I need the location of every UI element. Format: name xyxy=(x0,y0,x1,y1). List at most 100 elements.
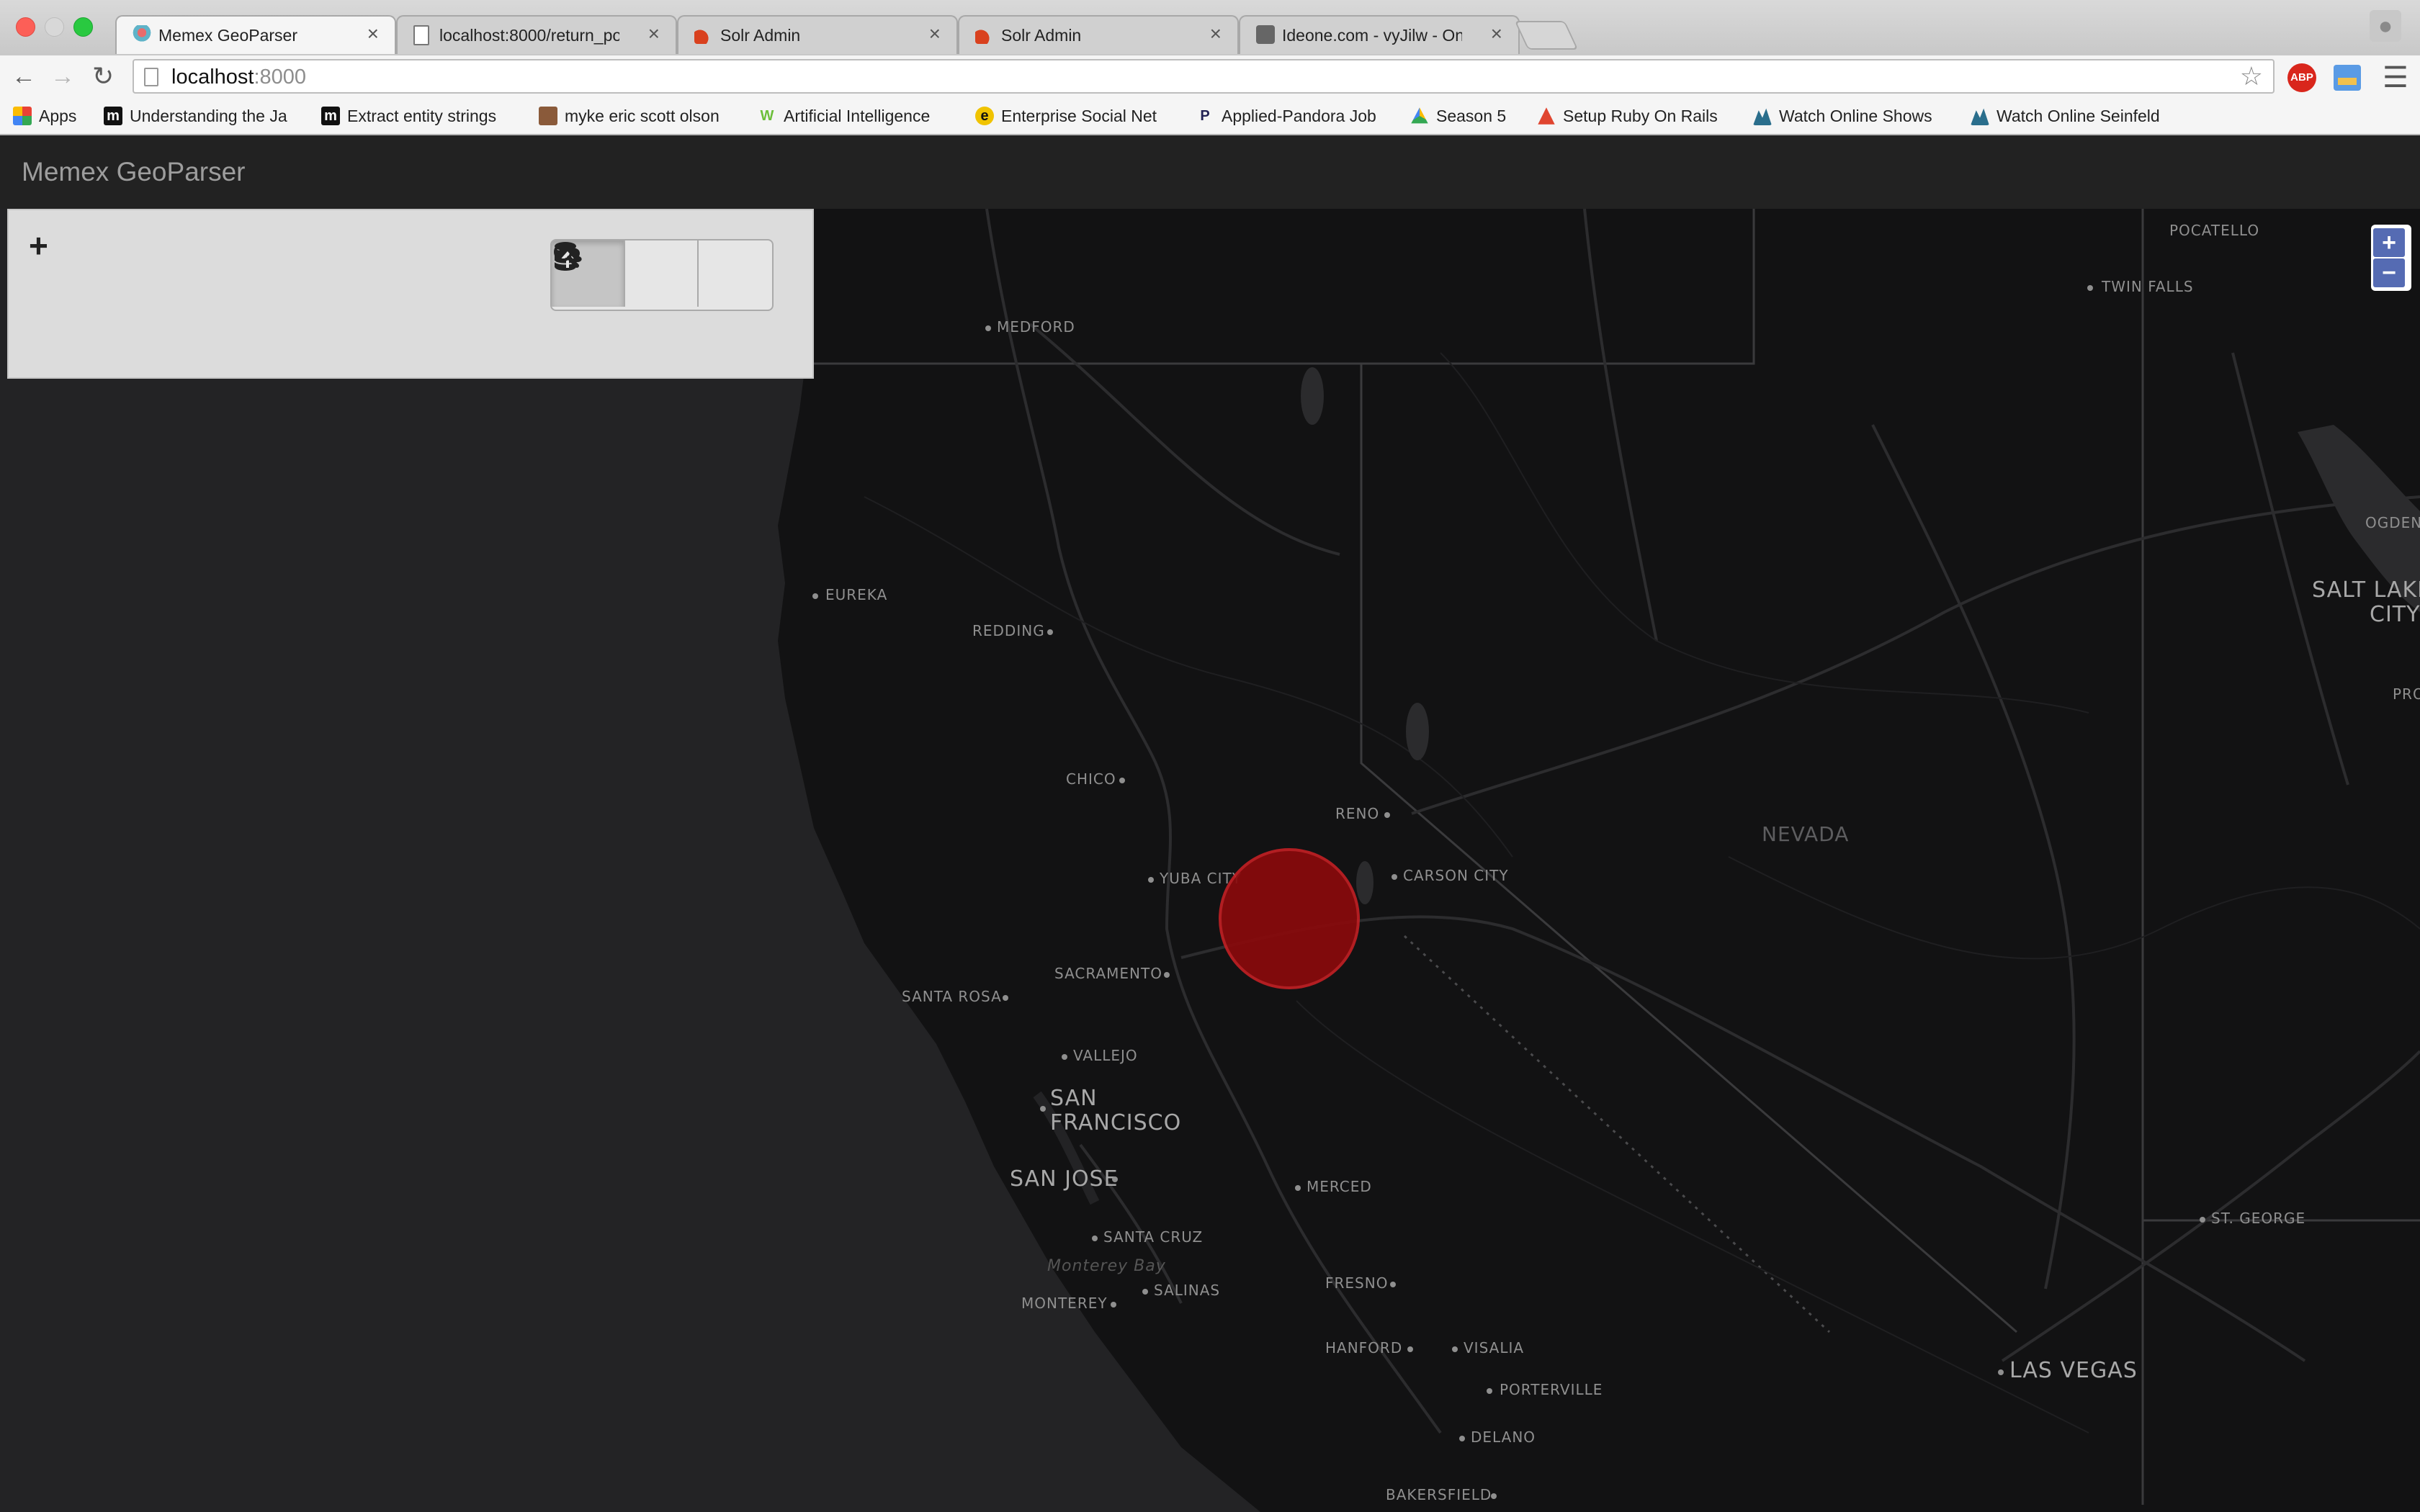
map-label-st-george: ST. GEORGE xyxy=(2211,1210,2306,1227)
map-label-carson-city: CARSON CITY xyxy=(1403,867,1509,884)
bookmark-label: Season 5 xyxy=(1436,106,1507,125)
bookmark-extract-entity[interactable]: m Extract entity strings xyxy=(321,104,523,127)
tab-title: Memex GeoParser xyxy=(158,26,298,45)
map-label-santa-cruz: SANTA CRUZ xyxy=(1103,1228,1204,1246)
upload-button[interactable] xyxy=(555,240,699,307)
e-icon: e xyxy=(975,107,994,125)
bookmark-label: Understanding the Ja xyxy=(130,106,287,125)
back-arrow-icon[interactable]: ← xyxy=(12,61,36,91)
browser-menu-icon[interactable]: ☰ xyxy=(2383,62,2408,94)
avatar-icon xyxy=(539,107,557,125)
search-icon xyxy=(554,243,579,268)
map-label-san-jose: SAN JOSE xyxy=(1010,1166,1119,1192)
map-label-las-vegas: LAS VEGAS xyxy=(2009,1358,2138,1383)
tab-title: localhost:8000/return_poin xyxy=(439,26,619,45)
bookmark-ai[interactable]: W Artificial Intelligence xyxy=(758,104,952,127)
window-zoom-button[interactable] xyxy=(73,17,93,37)
map-label-twin-falls: TWIN FALLS xyxy=(2102,278,2194,295)
ideone-favicon-icon xyxy=(1256,25,1275,44)
extension-icon[interactable] xyxy=(2334,65,2361,91)
bookmark-pandora[interactable]: P Applied-Pandora Job xyxy=(1196,104,1390,127)
tab-close-icon[interactable]: × xyxy=(929,22,941,45)
search-button[interactable] xyxy=(554,240,772,307)
map-label-fresno: FRESNO xyxy=(1325,1274,1389,1292)
map-label-eureka: EUREKA xyxy=(825,586,888,603)
map-label-sacramento: SACRAMENTO xyxy=(1054,965,1162,982)
zoom-out-button[interactable]: − xyxy=(2373,258,2405,287)
map-label-salt-lake: SALT LAKE xyxy=(2312,577,2420,603)
map-label-salinas: SALINAS xyxy=(1154,1282,1221,1299)
tab-ideone[interactable]: Ideone.com - vyJilw - Onlin × xyxy=(1239,15,1520,54)
browser-tab-bar: Memex GeoParser × localhost:8000/return_… xyxy=(0,0,2420,55)
address-bar[interactable]: localhost:8000 ☆ xyxy=(133,59,2275,94)
forward-arrow-icon[interactable]: → xyxy=(50,61,75,91)
url-text[interactable]: localhost:8000 xyxy=(171,66,306,89)
map-label-delano: DELANO xyxy=(1471,1428,1536,1446)
solr-favicon-icon xyxy=(694,25,713,44)
map-canvas[interactable]: + + − POCATELLO TWIN FALLS MEDFORD OGDEN… xyxy=(0,209,2420,1512)
app-brand[interactable]: Memex GeoParser xyxy=(22,157,246,187)
triangle-icon xyxy=(1538,107,1555,125)
bookmark-season5[interactable]: Season 5 xyxy=(1410,104,1525,127)
tab-title: Solr Admin xyxy=(1001,26,1082,45)
map-label-city: CITY xyxy=(2370,602,2420,627)
map-label-monterey-bay: Monterey Bay xyxy=(1047,1257,1166,1275)
zoom-in-button[interactable]: + xyxy=(2373,228,2405,257)
browser-toolbar: ← → ↻ localhost:8000 ☆ xyxy=(0,55,2420,97)
tab-solr-admin[interactable]: Solr Admin × xyxy=(677,15,958,54)
map-label-san: SAN xyxy=(1050,1086,1098,1111)
bookmark-enterprise-social[interactable]: e Enterprise Social Net xyxy=(975,104,1177,127)
new-tab-button[interactable] xyxy=(1514,21,1579,50)
map-label-santa-rosa: SANTA ROSA xyxy=(902,988,1002,1005)
window-close-button[interactable] xyxy=(16,17,35,37)
bookmark-understanding-ja[interactable]: m Understanding the Ja xyxy=(104,104,305,127)
map-label-visalia: VISALIA xyxy=(1464,1339,1525,1356)
zoom-control: + − xyxy=(2371,225,2411,291)
map-label-vallejo: VALLEJO xyxy=(1073,1047,1138,1064)
bookmark-label: Artificial Intelligence xyxy=(784,106,931,125)
window-minimize-button[interactable] xyxy=(45,17,64,37)
tab-close-icon[interactable]: × xyxy=(367,22,379,45)
geoparser-favicon-icon xyxy=(133,25,151,44)
tab-memex-geoparser[interactable]: Memex GeoParser × xyxy=(115,15,396,54)
tab-return-points[interactable]: localhost:8000/return_poin × xyxy=(396,15,677,54)
bookmark-watch-shows[interactable]: Watch Online Shows xyxy=(1753,104,1952,127)
bookmark-myke[interactable]: myke eric scott olson xyxy=(539,104,738,127)
map-label-reno: RENO xyxy=(1335,805,1380,822)
bookmark-label: Applied-Pandora Job xyxy=(1222,106,1376,125)
adblock-plus-icon[interactable]: ABP xyxy=(2287,63,2316,92)
map-label-porterville: PORTERVILLE xyxy=(1500,1381,1603,1398)
tab-close-icon[interactable]: × xyxy=(648,22,660,45)
bookmark-label: Setup Ruby On Rails xyxy=(1563,106,1718,125)
bookmark-watch-seinfeld[interactable]: Watch Online Seinfeld xyxy=(1971,104,2187,127)
bookmark-label: Watch Online Seinfeld xyxy=(1996,106,2160,125)
p-icon: P xyxy=(1200,107,1210,124)
app-navbar: Memex GeoParser xyxy=(0,135,2420,209)
map-label-pro: PRO xyxy=(2393,685,2420,703)
basemap xyxy=(0,209,2420,1512)
map-label-francisco: FRANCISCO xyxy=(1050,1110,1182,1135)
m-icon: m xyxy=(104,107,122,125)
tab-close-icon[interactable]: × xyxy=(1491,22,1502,45)
map-label-merced: MERCED xyxy=(1307,1178,1372,1195)
tab-close-icon[interactable]: × xyxy=(1210,22,1222,45)
bookmark-label: Enterprise Social Net xyxy=(1001,106,1157,125)
page-favicon-icon xyxy=(413,25,429,45)
profile-icon[interactable]: ● xyxy=(2370,10,2401,42)
bookmark-label: Apps xyxy=(39,106,77,125)
map-label-monterey: MONTEREY xyxy=(1021,1295,1108,1312)
bookmark-label: Watch Online Shows xyxy=(1779,106,1932,125)
bookmark-star-icon[interactable]: ☆ xyxy=(2240,63,2263,90)
bookmark-ruby-rails[interactable]: Setup Ruby On Rails xyxy=(1537,104,1731,127)
tab-title: Solr Admin xyxy=(720,26,801,45)
location-marker[interactable] xyxy=(1219,848,1360,989)
bookmark-apps[interactable]: Apps xyxy=(13,104,92,127)
tab-solr-admin-2[interactable]: Solr Admin × xyxy=(958,15,1239,54)
w-icon: W xyxy=(760,107,774,124)
reload-icon[interactable]: ↻ xyxy=(92,61,114,91)
shows-icon xyxy=(1971,108,1989,125)
map-label-redding: REDDING xyxy=(972,622,1045,639)
bookmarks-bar: Apps m Understanding the Ja m Extract en… xyxy=(0,97,2420,135)
add-button[interactable]: + xyxy=(29,229,48,262)
bookmark-label: Extract entity strings xyxy=(347,106,497,125)
